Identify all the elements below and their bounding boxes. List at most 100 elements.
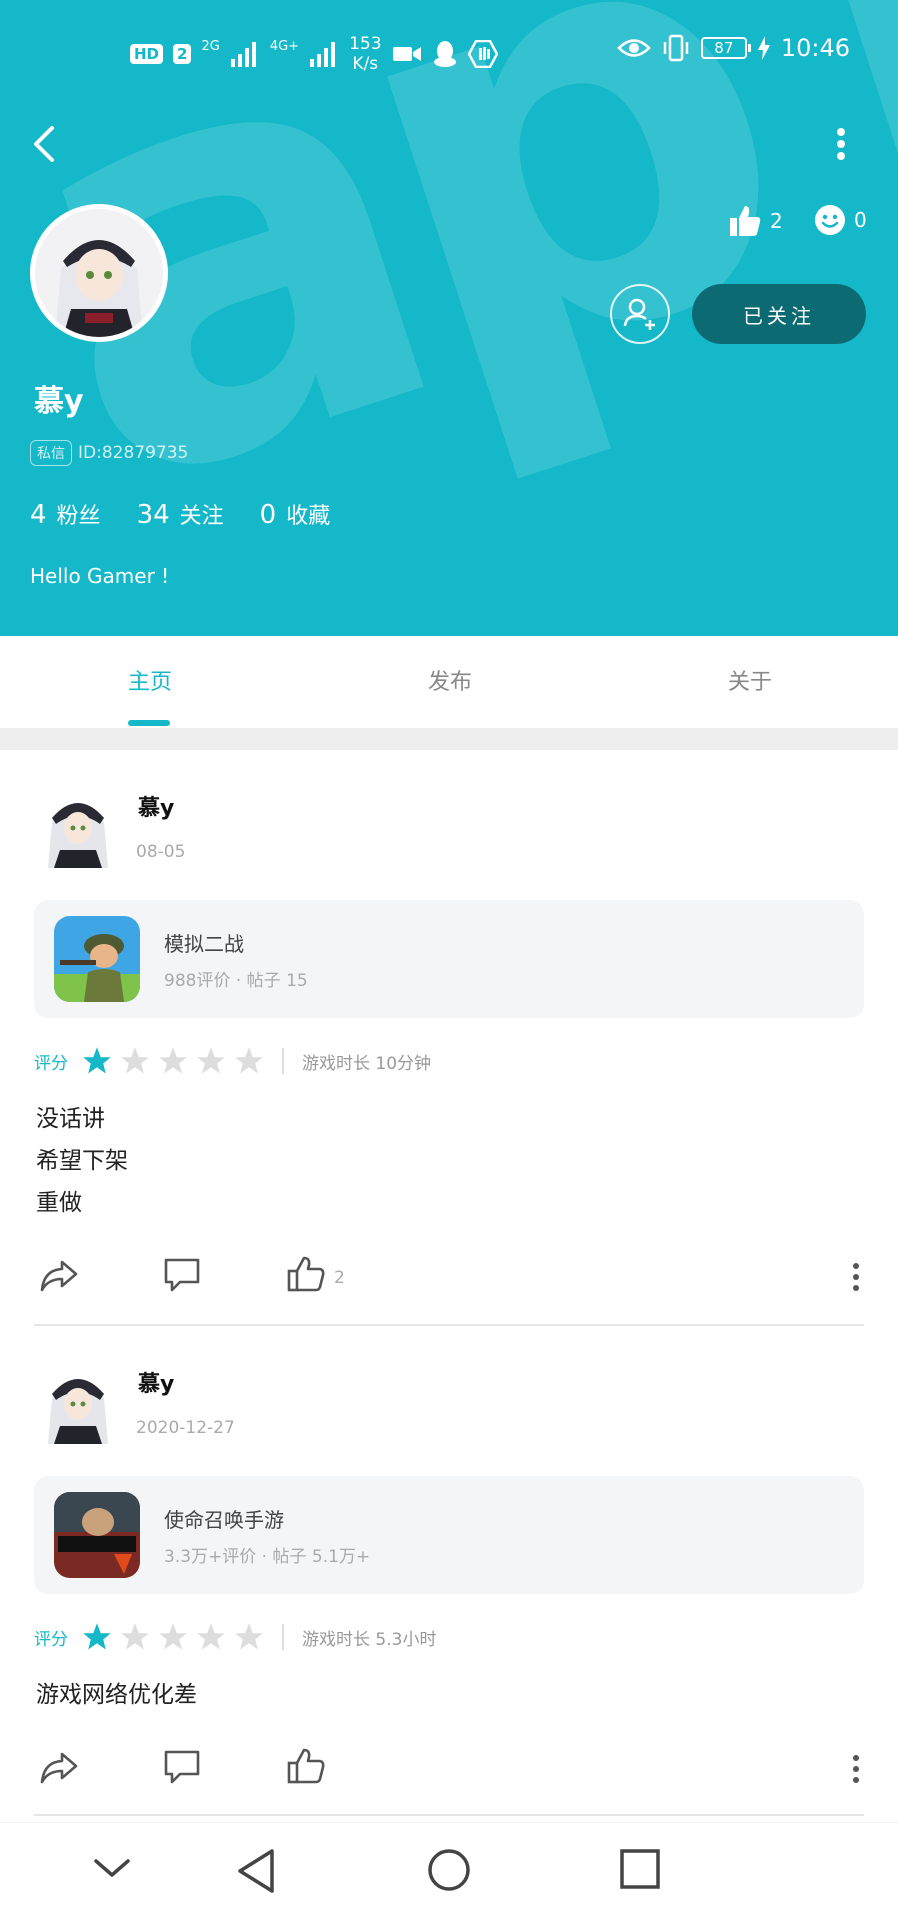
nav-collapse-button[interactable] <box>92 1853 132 1887</box>
game-card[interactable]: 使命召唤手游 3.3万+评价 · 帖子 5.1万+ <box>34 1476 864 1594</box>
followers-count[interactable]: 4 粉丝 <box>30 498 101 530</box>
author-avatar-illustration <box>48 1379 108 1444</box>
share-icon <box>40 1752 78 1784</box>
review-text[interactable]: 游戏网络优化差 <box>36 1674 197 1716</box>
back-button[interactable] <box>28 118 68 170</box>
hd-badge: HD <box>130 44 164 64</box>
profile-username: 慕y <box>34 384 84 419</box>
review-text-line: 游戏网络优化差 <box>36 1682 197 1708</box>
game-icon-cod <box>54 1492 140 1578</box>
section-divider <box>0 728 898 750</box>
profile-avatar[interactable] <box>30 204 168 342</box>
more-options-button[interactable] <box>826 124 856 164</box>
following-button[interactable]: 已关注 <box>692 284 866 344</box>
share-icon <box>40 1260 78 1292</box>
avatar-illustration <box>35 209 163 337</box>
nav-home-button[interactable] <box>426 1847 472 1897</box>
rating-row: 评分 游戏时长 5.3小时 <box>34 1622 436 1652</box>
eye-icon <box>617 39 651 57</box>
following-count[interactable]: 34 关注 <box>137 498 224 530</box>
more-vertical-icon <box>853 1263 859 1291</box>
smile-icon <box>815 205 845 235</box>
reactions-stat: 0 <box>814 204 867 236</box>
battery-indicator: 87 <box>700 37 751 59</box>
profile-header: apTa HD 2 2G 4G+ 153 K/s 87 10:46 2 0 已关… <box>0 0 898 636</box>
game-card[interactable]: 模拟二战 988评价 · 帖子 15 <box>34 900 864 1018</box>
system-nav-bar <box>0 1822 898 1920</box>
like-button[interactable] <box>286 1746 326 1790</box>
rating-row: 评分 游戏时长 10分钟 <box>34 1046 431 1076</box>
post-more-button[interactable] <box>846 1752 866 1790</box>
likes-stat: 2 <box>728 204 783 238</box>
author-avatar-illustration <box>48 803 108 868</box>
profile-bio: Hello Gamer ! <box>30 564 170 588</box>
favorites-count[interactable]: 0 收藏 <box>260 498 331 530</box>
post-actions <box>0 1746 898 1796</box>
more-vertical-icon <box>853 1755 859 1783</box>
qq-icon <box>433 41 456 67</box>
post-author-name[interactable]: 慕y <box>138 790 174 822</box>
review-text-line: 重做 <box>36 1190 82 1216</box>
comment-button[interactable] <box>162 1746 202 1790</box>
comment-button[interactable] <box>162 1254 202 1298</box>
post-separator <box>34 1814 864 1816</box>
network-4g-label: 4G+ <box>269 38 300 54</box>
network-2g-label: 2G <box>201 38 220 54</box>
square-recents-icon <box>620 1849 660 1889</box>
tab-about[interactable]: 关于 <box>728 664 772 696</box>
star-empty-icon <box>159 1623 187 1650</box>
tab-home[interactable]: 主页 <box>128 664 172 696</box>
star-empty-icon <box>121 1047 149 1074</box>
star-filled-icon <box>83 1623 111 1650</box>
thumbs-up-outline-icon <box>287 1748 325 1784</box>
post-author-avatar[interactable] <box>40 1362 116 1444</box>
post-date: 2020-12-27 <box>136 1418 235 1438</box>
ww2-game-art <box>54 916 140 1002</box>
add-friend-button[interactable] <box>610 284 670 344</box>
triangle-back-icon <box>238 1849 274 1893</box>
signal-icon-2 <box>310 42 336 67</box>
review-text-line: 没话讲 <box>36 1106 105 1132</box>
cod-game-art <box>54 1492 140 1578</box>
likes-count: 2 <box>770 209 783 233</box>
profile-tabs: 主页 发布 关于 <box>0 636 898 728</box>
review-text[interactable]: 没话讲 希望下架 重做 <box>36 1098 128 1224</box>
status-bar: HD 2 2G 4G+ 153 K/s 87 10:46 <box>0 28 898 78</box>
review-text-line: 希望下架 <box>36 1148 128 1174</box>
circle-home-icon <box>428 1849 470 1891</box>
add-user-icon <box>623 298 655 330</box>
game-title: 模拟二战 <box>164 932 244 956</box>
message-tag[interactable]: 私信 <box>30 440 72 466</box>
post-actions: 2 <box>0 1254 898 1304</box>
play-time: 游戏时长 5.3小时 <box>302 1629 437 1650</box>
post-date: 08-05 <box>136 842 186 862</box>
rating-label: 评分 <box>34 1629 68 1650</box>
nav-recents-button[interactable] <box>618 1847 662 1895</box>
rating-stars <box>82 1046 264 1076</box>
star-empty-icon <box>121 1623 149 1650</box>
vibrate-icon <box>663 34 689 62</box>
star-empty-icon <box>235 1047 263 1074</box>
tab-posts[interactable]: 发布 <box>428 664 472 696</box>
comment-icon <box>164 1258 200 1292</box>
share-button[interactable] <box>38 1254 80 1300</box>
star-filled-icon <box>83 1047 111 1074</box>
game-icon-ww2 <box>54 916 140 1002</box>
profile-counts: 4 粉丝 34 关注 0 收藏 <box>30 498 330 530</box>
hand-shield-icon <box>467 40 498 68</box>
post-author-name[interactable]: 慕y <box>138 1366 174 1398</box>
post-more-button[interactable] <box>846 1260 866 1298</box>
nav-back-button[interactable] <box>234 1847 278 1899</box>
sim-slot-badge: 2 <box>173 44 192 64</box>
post-author-avatar[interactable] <box>40 786 116 868</box>
rating-stars <box>82 1622 264 1652</box>
video-camera-icon <box>392 47 421 61</box>
clock-time: 10:46 <box>780 34 850 62</box>
comment-icon <box>164 1750 200 1784</box>
chevron-down-icon <box>94 1859 130 1877</box>
like-button[interactable] <box>286 1254 326 1298</box>
share-button[interactable] <box>38 1746 80 1792</box>
chevron-left-icon <box>34 126 54 162</box>
post-separator <box>34 1324 864 1326</box>
rating-separator <box>282 1048 284 1074</box>
